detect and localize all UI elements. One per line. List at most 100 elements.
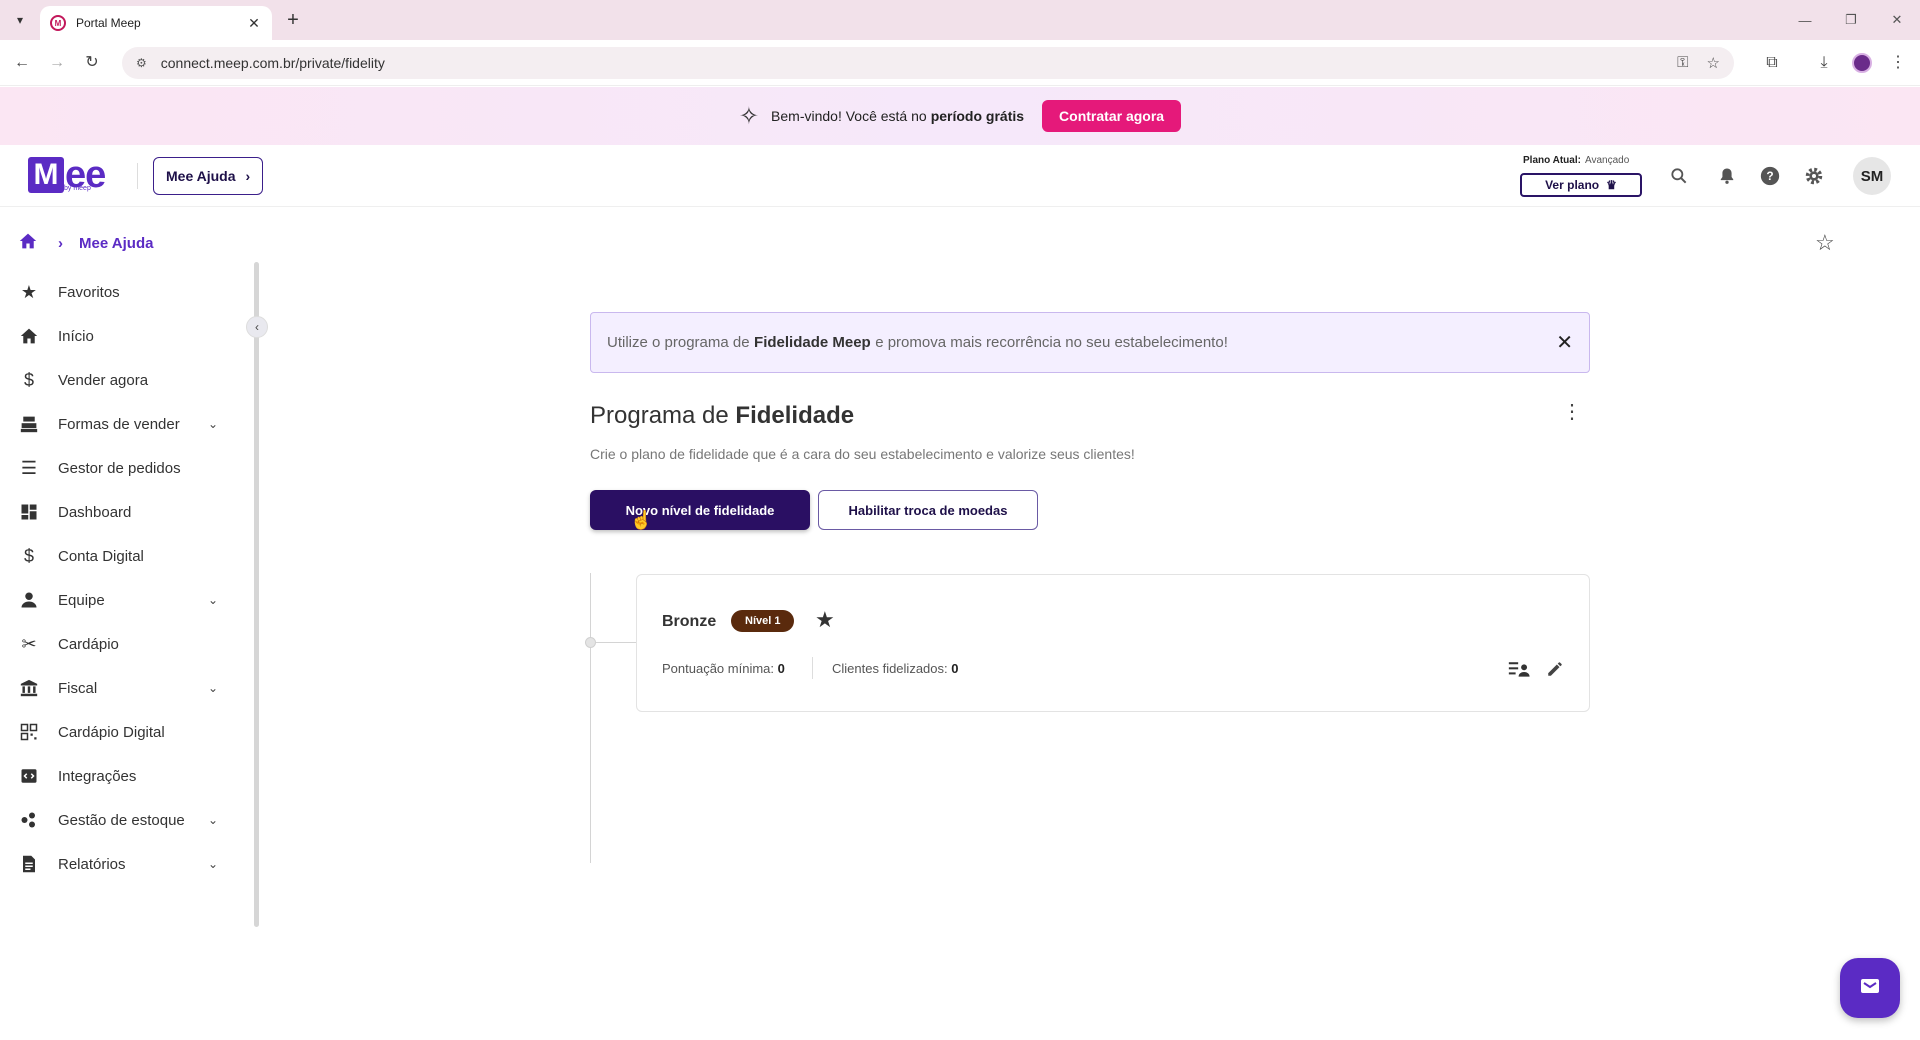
- chat-button[interactable]: [1840, 958, 1900, 1018]
- crown-icon: ♛: [1606, 178, 1617, 192]
- sidebar-item-gestao-de-estoque[interactable]: Gestão de estoque ⌄: [0, 798, 230, 842]
- star-icon: ★: [20, 281, 38, 302]
- tab-search-button[interactable]: ▾: [8, 8, 32, 32]
- browser-tabstrip: ▾ M Portal Meep ✕ + — ❐ ✕: [0, 0, 1920, 40]
- download-icon[interactable]: ⤓: [1812, 51, 1836, 75]
- dollar-icon: $: [23, 369, 34, 390]
- clients-stat: Clientes fidelizados: 0: [832, 661, 959, 676]
- chevron-down-icon[interactable]: ⌄: [204, 593, 222, 607]
- sidebar-item-formas-de-vender[interactable]: Formas de vender ⌄: [0, 402, 230, 446]
- person-icon: [18, 589, 40, 611]
- new-fidelity-level-button[interactable]: Novo nível de fidelidade: [590, 490, 810, 530]
- promo-text: Bem-vindo! Você está no: [771, 108, 927, 124]
- back-icon[interactable]: ←: [10, 51, 34, 75]
- new-tab-button[interactable]: +: [282, 9, 304, 31]
- page-title: Programa de Fidelidade: [590, 402, 855, 429]
- address-bar[interactable]: ⚙ connect.meep.com.br/private/fidelity ⚿…: [122, 47, 1734, 79]
- min-score-stat: Pontuação mínima: 0: [662, 661, 785, 676]
- minimize-icon[interactable]: —: [1782, 0, 1828, 40]
- help-icon[interactable]: ?: [1757, 163, 1783, 189]
- reload-icon[interactable]: ↻: [80, 51, 104, 75]
- sidebar-item-dashboard[interactable]: Dashboard: [0, 490, 230, 534]
- integration-icon: [18, 765, 40, 787]
- app-header: M ee by meep Mee Ajuda › Plano Atual: Ava…: [0, 145, 1920, 207]
- ver-plano-button[interactable]: Ver plano ♛: [1520, 173, 1642, 197]
- browser-tab[interactable]: M Portal Meep ✕: [40, 6, 272, 40]
- window-controls: — ❐ ✕: [1782, 0, 1920, 40]
- sidebar-item-cardapio[interactable]: ✂ Cardápio: [0, 622, 230, 666]
- sidebar-item-vender-agora[interactable]: $ Vender agora: [0, 358, 230, 402]
- window-close-icon[interactable]: ✕: [1874, 0, 1920, 40]
- bank-icon: [18, 677, 40, 699]
- plan-value: Avançado: [1584, 155, 1630, 166]
- kebab-icon[interactable]: ⋮: [1562, 402, 1582, 422]
- collapse-sidebar-icon[interactable]: ‹: [246, 316, 268, 338]
- timeline-dot: [585, 637, 596, 648]
- meep-favicon-icon: M: [50, 15, 66, 31]
- search-icon[interactable]: [1666, 163, 1692, 189]
- breadcrumb-chevron-icon: ›: [58, 235, 63, 252]
- list-icon: ☰: [20, 457, 38, 478]
- stock-icon: [18, 809, 40, 831]
- svg-text:?: ?: [1766, 169, 1773, 183]
- edit-icon[interactable]: [1541, 655, 1569, 683]
- extensions-icon[interactable]: ⧉: [1760, 51, 1784, 75]
- promo-banner: ✧ Bem-vindo! Você está no período grátis…: [0, 87, 1920, 145]
- pointer-cursor-icon: ☝: [630, 510, 653, 530]
- browser-toolbar: ← → ↻ ⚙ connect.meep.com.br/private/fide…: [0, 40, 1920, 86]
- mee-ajuda-button[interactable]: Mee Ajuda ›: [153, 157, 264, 195]
- star-icon: ★: [815, 607, 835, 632]
- customers-icon[interactable]: [1505, 655, 1533, 683]
- plan-label: Plano Atual: Avançado: [1523, 155, 1630, 166]
- chevron-down-icon[interactable]: ⌄: [204, 857, 222, 871]
- qr-code-icon: [18, 721, 40, 743]
- report-icon: [18, 853, 40, 875]
- sidebar-item-favoritos[interactable]: ★ Favoritos: [0, 270, 230, 314]
- bell-icon[interactable]: [1714, 163, 1740, 189]
- tab-title: Portal Meep: [76, 16, 141, 30]
- fidelity-level-card: Bronze Nível 1 ★ Pontuação mínima: 0 Cli…: [636, 574, 1590, 712]
- sidebar-item-fiscal[interactable]: Fiscal ⌄: [0, 666, 230, 710]
- chevron-right-icon: ›: [245, 168, 251, 184]
- contratar-agora-button[interactable]: Contratar agora: [1042, 100, 1182, 132]
- logo-subtext: by meep: [64, 185, 91, 192]
- sidebar-item-equipe[interactable]: Equipe ⌄: [0, 578, 230, 622]
- site-info-icon[interactable]: ⚙: [136, 56, 147, 70]
- sidebar-item-integracoes[interactable]: Integrações: [0, 754, 230, 798]
- restore-icon[interactable]: ❐: [1828, 0, 1874, 40]
- sidebar-item-cardapio-digital[interactable]: Cardápio Digital: [0, 710, 230, 754]
- sparkle-icon: ✧: [738, 102, 760, 130]
- chevron-down-icon[interactable]: ⌄: [204, 681, 222, 695]
- chevron-down-icon[interactable]: ⌄: [204, 417, 222, 431]
- dollar-icon: $: [23, 545, 34, 566]
- sidebar-item-gestor-de-pedidos[interactable]: ☰ Gestor de pedidos: [0, 446, 230, 490]
- sidebar: ★ Favoritos Início $ Vender agora Formas…: [0, 270, 240, 1040]
- password-key-icon[interactable]: ⚿: [1677, 54, 1688, 72]
- favorite-star-icon[interactable]: ☆: [1815, 230, 1835, 256]
- breadcrumb: › Mee Ajuda: [18, 232, 153, 255]
- level-name: Bronze: [662, 613, 717, 630]
- url-text[interactable]: connect.meep.com.br/private/fidelity: [161, 55, 1677, 71]
- page-subtitle: Crie o plano de fidelidade que é a cara …: [590, 446, 1135, 462]
- enable-coin-exchange-button[interactable]: Habilitar troca de moedas: [818, 490, 1038, 530]
- tab-close-icon[interactable]: ✕: [246, 15, 262, 32]
- browser-menu-icon[interactable]: ⋮: [1886, 51, 1910, 75]
- sidebar-item-relatorios[interactable]: Relatórios ⌄: [0, 842, 230, 886]
- sidebar-item-conta-digital[interactable]: $ Conta Digital: [0, 534, 230, 578]
- promo-highlight: período grátis: [930, 108, 1025, 124]
- close-icon[interactable]: ✕: [1556, 330, 1573, 355]
- sidebar-item-inicio[interactable]: Início: [0, 314, 230, 358]
- sidebar-scrollbar[interactable]: [254, 262, 259, 927]
- browser-profile-avatar[interactable]: [1852, 53, 1872, 73]
- home-icon[interactable]: [18, 232, 38, 255]
- header-divider: [137, 163, 138, 189]
- home-icon: [18, 325, 40, 347]
- bookmark-star-icon[interactable]: ☆: [1707, 54, 1720, 72]
- gear-icon[interactable]: [1801, 163, 1827, 189]
- forward-icon[interactable]: →: [45, 51, 69, 75]
- chevron-down-icon[interactable]: ⌄: [204, 813, 222, 827]
- level-badge: Nível 1: [731, 610, 795, 632]
- dashboard-icon: [18, 501, 40, 523]
- user-avatar[interactable]: SM: [1853, 157, 1891, 195]
- breadcrumb-current[interactable]: Mee Ajuda: [79, 235, 153, 252]
